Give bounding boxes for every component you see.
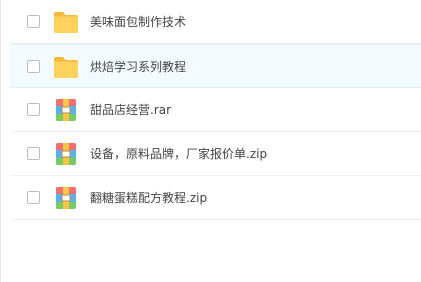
row-checkbox[interactable] xyxy=(27,147,40,160)
row-checkbox[interactable] xyxy=(27,103,40,116)
panel-border xyxy=(0,0,1,282)
file-list: 美味面包制作技术 烘焙学习系列教程 甜品店经营.rar 设备，原料品牌，厂家报价… xyxy=(10,0,421,220)
file-row[interactable]: 甜品店经营.rar xyxy=(10,88,421,132)
file-row[interactable]: 翻糖蛋糕配方教程.zip xyxy=(10,176,421,220)
file-name[interactable]: 美味面包制作技术 xyxy=(90,13,186,31)
file-name[interactable]: 烘焙学习系列教程 xyxy=(90,58,186,76)
file-name[interactable]: 甜品店经营.rar xyxy=(90,101,171,119)
row-checkbox[interactable] xyxy=(27,191,40,204)
archive-icon xyxy=(53,98,79,122)
file-row[interactable]: 美味面包制作技术 xyxy=(10,0,421,44)
row-checkbox[interactable] xyxy=(27,60,40,73)
archive-icon xyxy=(53,142,79,166)
file-row[interactable]: 设备，原料品牌，厂家报价单.zip xyxy=(10,132,421,176)
file-name[interactable]: 设备，原料品牌，厂家报价单.zip xyxy=(90,145,267,163)
file-row[interactable]: 烘焙学习系列教程 xyxy=(10,44,421,88)
row-checkbox[interactable] xyxy=(27,15,40,28)
file-name[interactable]: 翻糖蛋糕配方教程.zip xyxy=(90,189,207,207)
file-list-page: 美味面包制作技术 烘焙学习系列教程 甜品店经营.rar 设备，原料品牌，厂家报价… xyxy=(0,0,421,282)
folder-icon xyxy=(53,10,79,34)
archive-icon xyxy=(53,186,79,210)
folder-icon xyxy=(53,55,79,79)
